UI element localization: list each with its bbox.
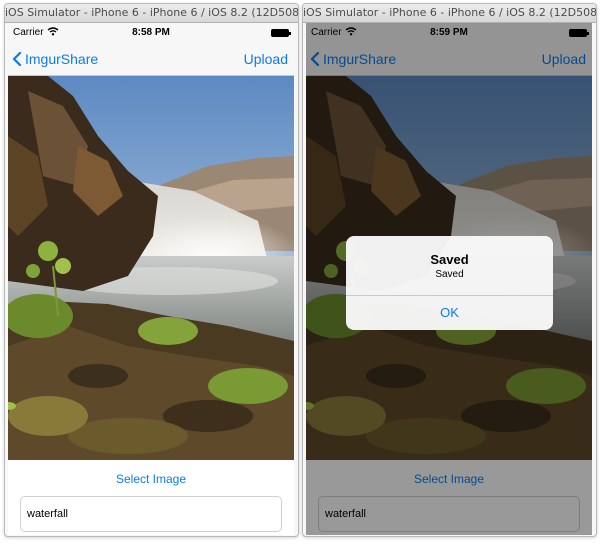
navigation-bar: ImgurShare Upload <box>8 43 294 76</box>
select-image-button[interactable]: Select Image <box>8 472 294 486</box>
simulator-title: iOS Simulator - iPhone 6 - iPhone 6 / iO… <box>5 4 298 23</box>
back-button-label: ImgurShare <box>25 51 99 67</box>
simulator-window-left: iOS Simulator - iPhone 6 - iPhone 6 / iO… <box>4 3 299 537</box>
alert-title: Saved <box>430 252 469 267</box>
alert-message: Saved <box>435 269 464 280</box>
back-button[interactable]: ImgurShare <box>12 49 98 69</box>
alert-ok-button[interactable]: OK <box>346 296 553 330</box>
status-bar: Carrier 8:58 PM <box>8 23 294 43</box>
saved-alert: Saved Saved OK <box>346 236 553 330</box>
simulator-window-right: iOS Simulator - iPhone 6 - iPhone 6 / iO… <box>302 3 597 537</box>
upload-button[interactable]: Upload <box>244 51 288 67</box>
back-chevron-icon <box>12 52 22 66</box>
battery-icon <box>271 29 291 37</box>
image-title-field[interactable]: waterfall <box>20 496 282 532</box>
status-time: 8:58 PM <box>132 27 170 38</box>
device-screen: Carrier 8:58 PM ImgurShare Upload Select… <box>8 23 294 535</box>
device-screen: Carrier 8:59 PM ImgurShare Upload Select… <box>306 23 592 535</box>
selected-image <box>8 76 294 460</box>
simulator-title: iOS Simulator - iPhone 6 - iPhone 6 / iO… <box>303 4 596 23</box>
